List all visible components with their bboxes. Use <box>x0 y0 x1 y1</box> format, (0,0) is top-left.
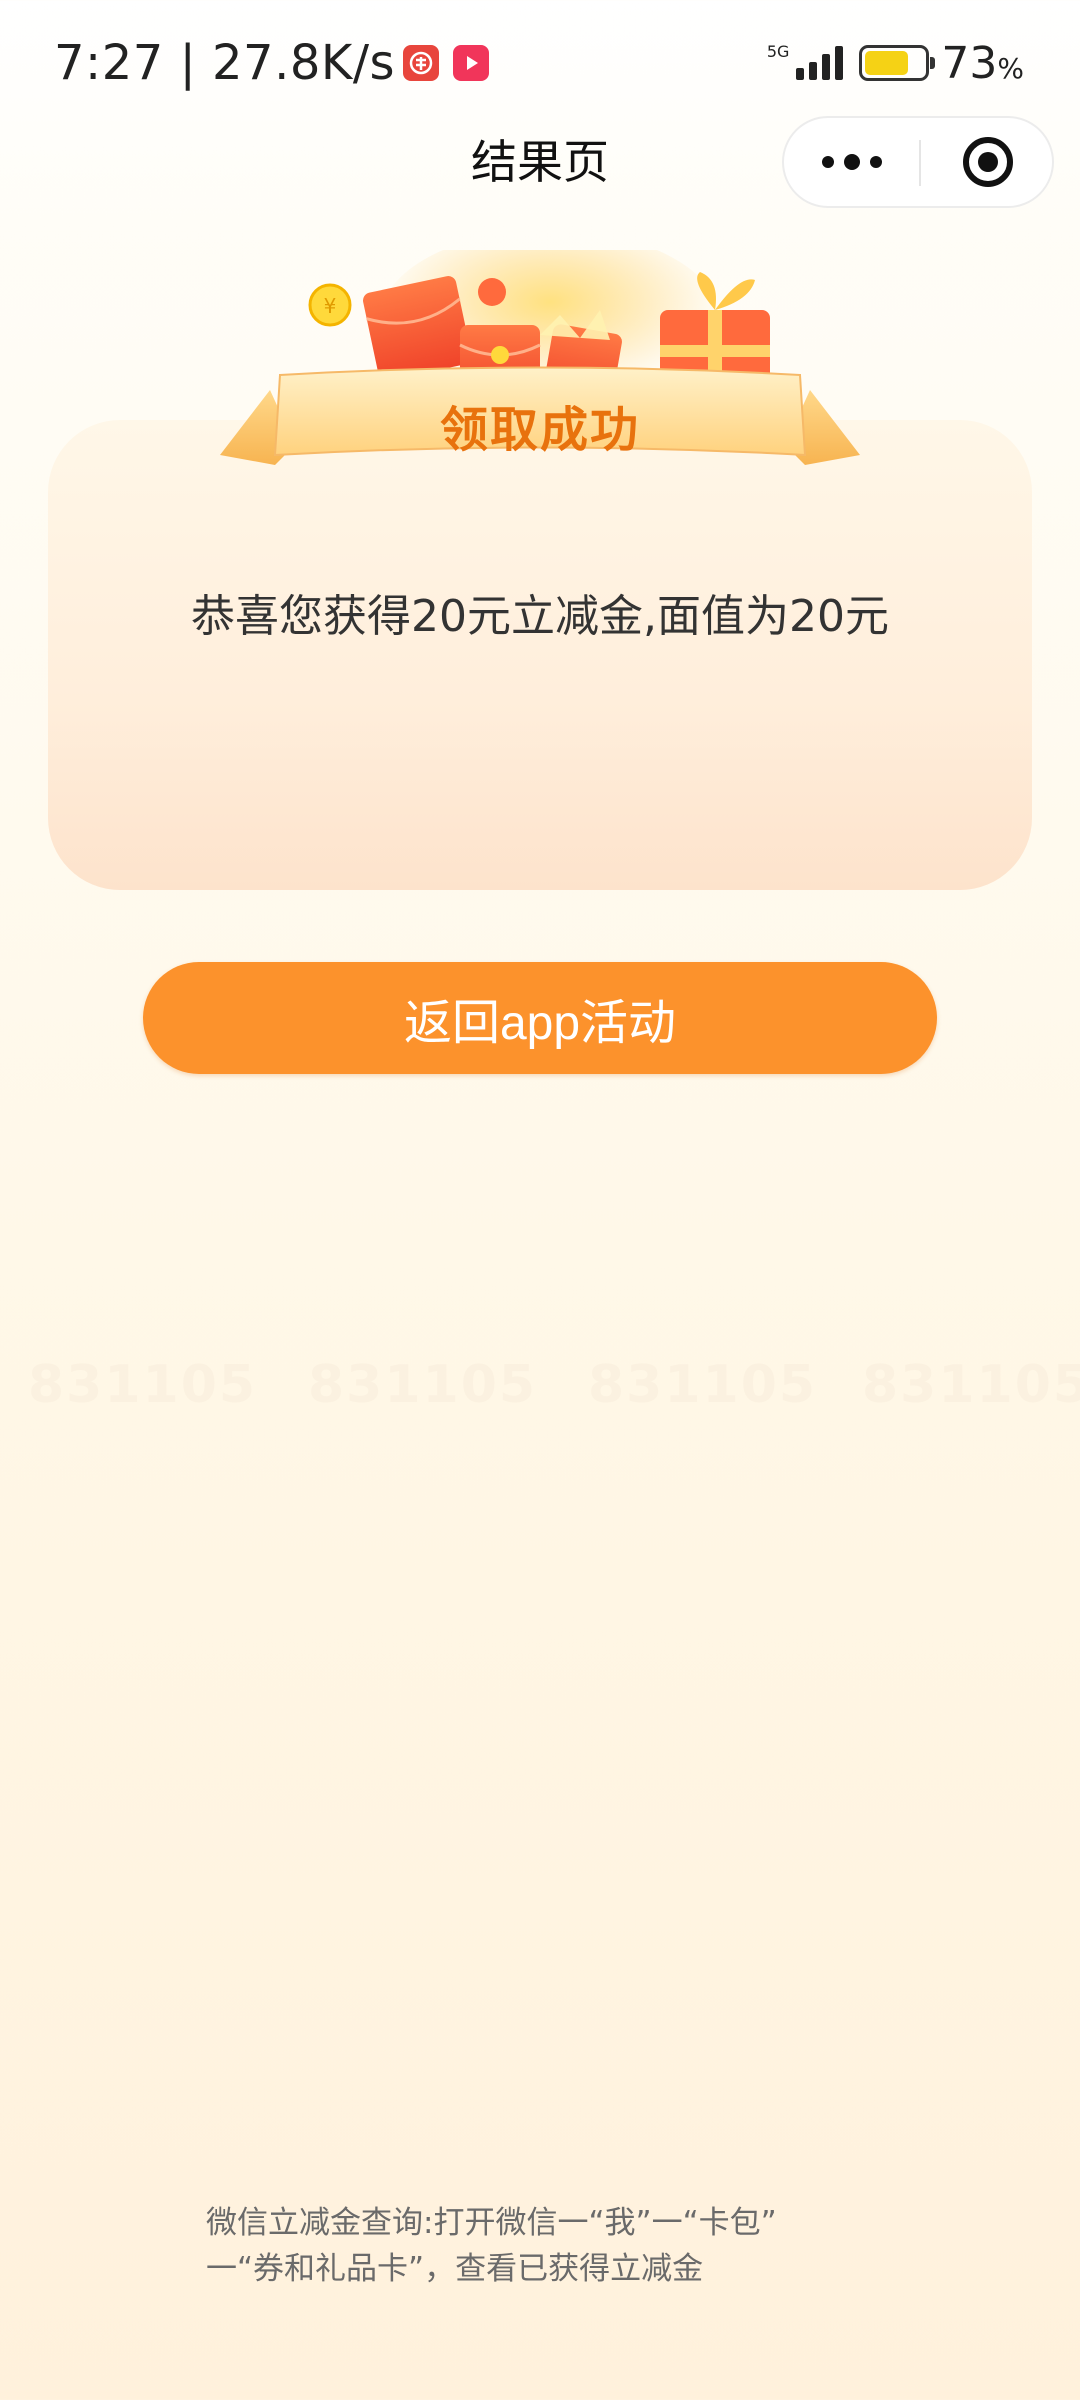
close-button[interactable] <box>921 118 1054 206</box>
miniprogram-close-icon <box>962 137 1013 187</box>
network-type: 5G <box>766 41 790 61</box>
success-banner: ¥ 领取成功 <box>220 230 860 490</box>
miniprogram-capsule <box>782 116 1054 208</box>
battery-icon <box>859 45 936 81</box>
watermark: 831105 <box>308 1355 538 1415</box>
result-card: 恭喜您获得20元立减金,面值为20元 <box>48 420 1032 890</box>
return-app-button[interactable]: 返回app活动 <box>143 962 937 1074</box>
status-bar: 7:27 | 27.8K/s 5G 73% <box>0 0 1080 120</box>
battery-fill <box>865 51 908 75</box>
more-button[interactable] <box>784 118 919 206</box>
bank-app-icon <box>403 45 440 81</box>
banner-title: 领取成功 <box>439 402 640 458</box>
more-dots-icon <box>821 156 834 168</box>
status-time: 7:27 | 27.8K/s <box>54 35 396 91</box>
footer-note: 微信立减金查询:打开微信一“我”一“卡包” 一“券和礼品卡”，查看已获得立减金 <box>206 2200 906 2292</box>
watermark: 831105 <box>862 1355 1080 1415</box>
video-app-icon <box>453 45 490 81</box>
footer-line: 微信立减金查询:打开微信一“我”一“卡包” <box>206 2205 777 2241</box>
watermark: 831105 <box>588 1355 818 1415</box>
footer-line: 一“券和礼品卡”，查看已获得立减金 <box>206 2251 704 2287</box>
watermark: 831105 <box>28 1355 258 1415</box>
signal-icon <box>791 46 844 80</box>
battery-percent: 73% <box>941 37 1024 89</box>
reward-message: 恭喜您获得20元立减金,面值为20元 <box>191 591 889 642</box>
status-right: 5G 73% <box>767 30 1024 96</box>
status-left: 7:27 | 27.8K/s <box>54 30 490 96</box>
svg-text:¥: ¥ <box>324 294 337 318</box>
